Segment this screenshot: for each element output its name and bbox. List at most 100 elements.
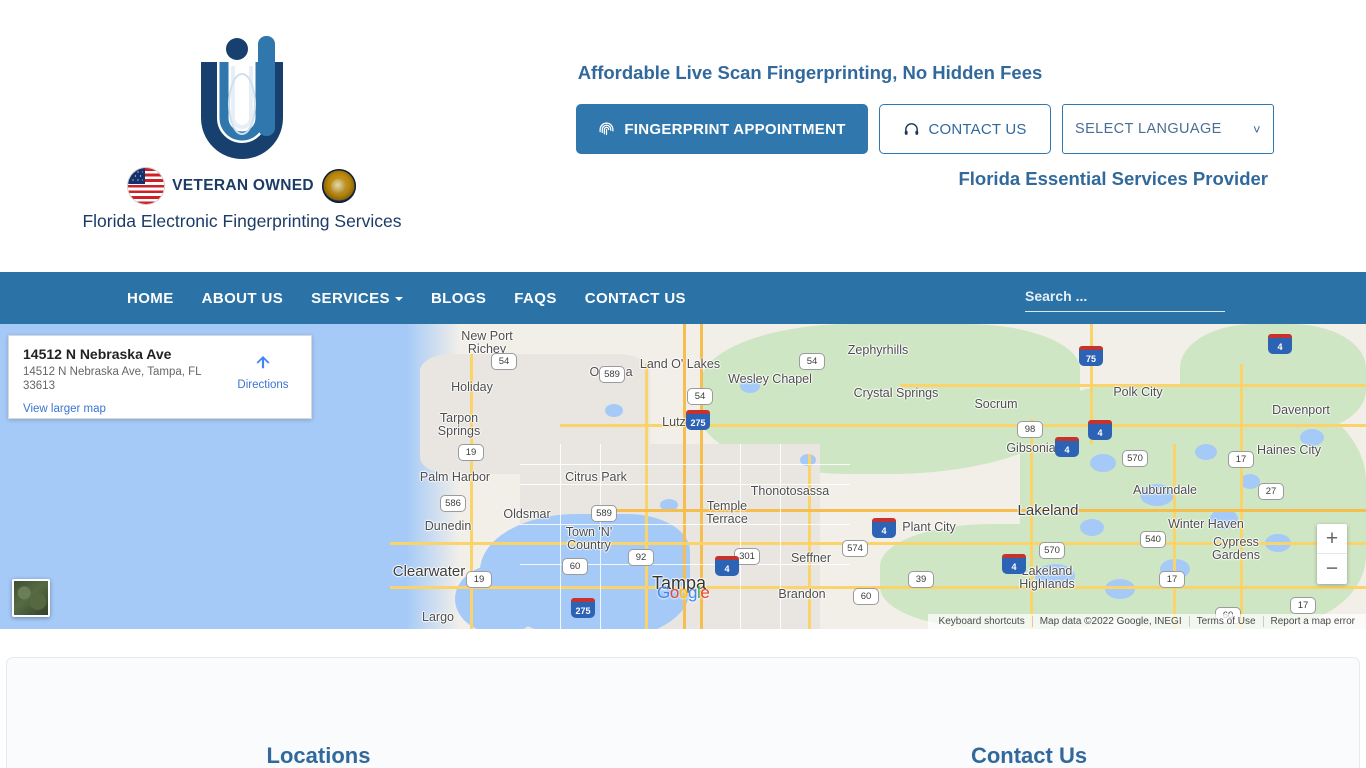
nav-item-about-us[interactable]: ABOUT US (188, 290, 298, 307)
map-street (520, 464, 850, 465)
nav-label: SERVICES (311, 289, 390, 307)
footer-columns: Locations Contact Us (7, 658, 1359, 768)
map-interstate-shield: 75 (1079, 346, 1103, 366)
map-place-label: Socrum (974, 397, 1018, 411)
map-water-body (605, 404, 623, 417)
report-map-error-link[interactable]: Report a map error (1262, 616, 1362, 627)
map-data-credit: Map data ©2022 Google, INEGI (1031, 616, 1189, 627)
nav-item-services[interactable]: SERVICES (297, 290, 417, 307)
google-map-embed[interactable]: New Port Richey Holiday Tarpon Springs Palm… (0, 324, 1366, 629)
nav-label: ABOUT US (201, 289, 284, 307)
map-route-shield: 589 (591, 505, 617, 522)
map-route-shield: 570 (1122, 450, 1148, 467)
nav-item-contact-us[interactable]: CONTACT US (571, 290, 700, 307)
chevron-down-icon (394, 297, 403, 301)
map-place-label: Clearwater (392, 563, 466, 580)
map-route-shield: 60 (853, 588, 879, 605)
map-interstate-shield: 4 (1268, 334, 1292, 354)
map-place-label: Dunedin (424, 519, 472, 533)
map-route-shield: 17 (1228, 451, 1254, 468)
chevron-down-icon: ˅ (1253, 121, 1261, 137)
satellite-view-thumbnail[interactable] (12, 579, 50, 617)
map-place-label: Davenport (1272, 403, 1330, 417)
search-container (1025, 288, 1225, 312)
main-navigation: HOME ABOUT US SERVICES BLOGS FAQS CONTAC… (0, 272, 1366, 324)
map-road (645, 364, 648, 629)
map-route-shield: 60 (562, 558, 588, 575)
keyboard-shortcuts-link[interactable]: Keyboard shortcuts (932, 616, 1032, 627)
map-place-label: Holiday (451, 380, 493, 394)
nav-item-home[interactable]: HOME (113, 290, 188, 307)
map-water-body (1105, 579, 1135, 599)
map-place-label: Winter Haven (1168, 517, 1244, 531)
map-place-label: Thonotosassa (750, 484, 830, 498)
nav-label: FAQS (514, 289, 557, 307)
map-water-body (1090, 454, 1116, 472)
view-larger-map-link[interactable]: View larger map (23, 403, 227, 415)
map-route-shield: 17 (1159, 571, 1185, 588)
map-place-label: Citrus Park (565, 470, 627, 484)
nav-label: HOME (127, 289, 174, 307)
footer-column-contact: Contact Us (683, 743, 1359, 768)
header-right-column: Affordable Live Scan Fingerprinting, No … (576, 58, 1276, 190)
map-route-shield: 19 (466, 571, 492, 588)
map-street (740, 444, 741, 629)
zoom-out-button[interactable]: − (1317, 554, 1347, 584)
map-route-shield: 17 (1290, 597, 1316, 614)
search-input[interactable] (1025, 288, 1225, 312)
directions-button[interactable]: Directions (227, 346, 299, 410)
map-water-body (1195, 444, 1217, 460)
zoom-in-button[interactable]: + (1317, 524, 1347, 554)
terms-of-use-link[interactable]: Terms of Use (1188, 616, 1263, 627)
google-watermark: Google (657, 583, 710, 602)
map-place-label: Auburndale (1133, 483, 1197, 497)
locations-heading: Locations (266, 743, 371, 768)
map-route-shield: 540 (1140, 531, 1166, 548)
nav-label: BLOGS (430, 289, 487, 307)
contact-us-button[interactable]: CONTACT US (879, 104, 1051, 154)
nav-item-blogs[interactable]: BLOGS (417, 290, 500, 307)
company-logo-mark (167, 26, 317, 174)
id-monogram-icon (201, 36, 283, 159)
map-place-label: Polk City (1113, 385, 1163, 399)
map-route-shield: 54 (687, 388, 713, 405)
fingerprint-appointment-label: FINGERPRINT APPOINTMENT (624, 120, 846, 138)
map-place-label: Lakeland Highlands (1019, 564, 1075, 591)
map-interstate-shield: 4 (872, 518, 896, 538)
map-place-label: Land O' Lakes (639, 357, 721, 371)
directions-label: Directions (237, 379, 289, 391)
map-place-label: Seffner (790, 551, 832, 565)
nav-item-faqs[interactable]: FAQS (500, 290, 570, 307)
essential-services-provider-text: Florida Essential Services Provider (958, 168, 1268, 189)
map-info-card-text: 14512 N Nebraska Ave 14512 N Nebraska Av… (23, 346, 227, 415)
map-route-shield: 92 (628, 549, 654, 566)
map-route-shield: 586 (440, 495, 466, 512)
map-place-label: Town 'N' Country (565, 525, 613, 552)
contact-us-heading: Contact Us (970, 743, 1088, 768)
map-route-shield: 98 (1017, 421, 1043, 438)
site-logo[interactable]: VETERAN OWNED Florida Electronic Fingerp… (82, 22, 402, 232)
site-header: VETERAN OWNED Florida Electronic Fingerp… (0, 0, 1366, 272)
header-cta-row: FINGERPRINT APPOINTMENT CONTACT US SELEC… (576, 104, 1276, 154)
map-place-label: Temple Terrace (706, 499, 748, 526)
map-interstate-shield: 275 (571, 598, 595, 618)
us-flag-icon (128, 168, 165, 204)
fingerprint-appointment-button[interactable]: FINGERPRINT APPOINTMENT (576, 104, 868, 154)
map-card-address: 14512 N Nebraska Ave, Tampa, FL 33613 (23, 366, 202, 392)
footer-panel: Locations Contact Us (6, 657, 1360, 768)
map-place-label: Brandon (778, 587, 826, 601)
nav-label: CONTACT US (584, 289, 686, 307)
content-spacer (0, 629, 1366, 657)
map-road (1173, 444, 1176, 629)
map-interstate-shield: 4 (1055, 437, 1079, 457)
header-tagline: Affordable Live Scan Fingerprinting, No … (577, 62, 1043, 83)
map-interstate-shield: 275 (686, 410, 710, 430)
language-select[interactable]: SELECT LANGUAGE ˅ (1062, 104, 1274, 154)
map-place-label: Oldsmar (503, 507, 551, 521)
contact-us-label: CONTACT US (928, 120, 1027, 138)
map-route-shield: 39 (908, 571, 934, 588)
map-zoom-controls: + − (1317, 524, 1347, 584)
map-route-shield: 589 (599, 366, 625, 383)
map-place-label: Lutz (662, 415, 686, 429)
nav-items: HOME ABOUT US SERVICES BLOGS FAQS CONTAC… (113, 290, 700, 307)
